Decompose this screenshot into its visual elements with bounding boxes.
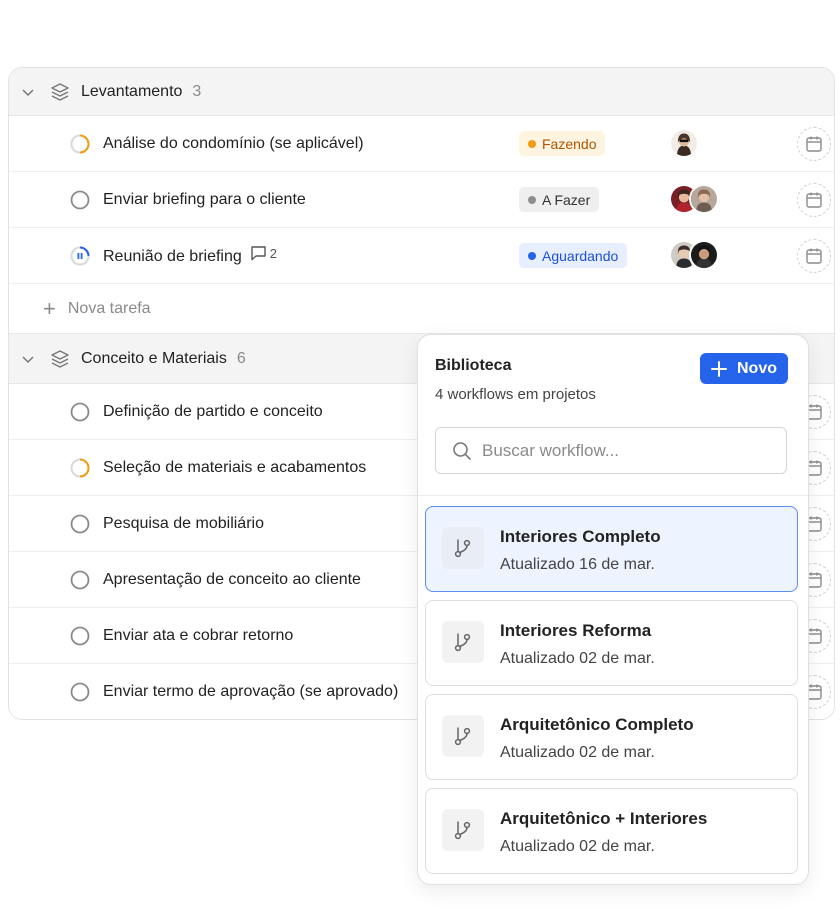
task-title[interactable]: Pesquisa de mobiliário [103,515,264,533]
workflow-icon-box [442,527,484,569]
status-dot [528,195,536,204]
comment-count[interactable]: 2 [250,245,277,261]
workflow-name: Arquitetônico Completo [500,715,694,734]
due-date-button[interactable] [797,239,831,273]
chevron-down-icon[interactable] [21,85,35,99]
assignees[interactable] [669,184,719,216]
due-date-button[interactable] [797,127,831,161]
new-workflow-label: Novo [737,359,777,377]
workflow-name: Interiores Completo [500,527,661,546]
workflow-updated: Atualizado 02 de mar. [500,650,655,667]
task-row[interactable]: Reunião de briefing 2 Aguardando [9,228,834,284]
task-title[interactable]: Análise do condomínio (se aplicável) [103,135,364,153]
todo-status-icon[interactable] [70,682,90,702]
group-count: 6 [236,349,246,367]
assignees[interactable] [669,240,719,272]
calendar-icon [806,192,822,208]
group-count: 3 [192,82,202,100]
todo-status-icon[interactable] [70,570,90,590]
git-branch-icon [454,727,471,746]
workflow-updated: Atualizado 02 de mar. [500,838,655,855]
avatar[interactable] [669,128,699,158]
workflow-icon-box [442,621,484,663]
task-row[interactable]: Enviar briefing para o cliente A Fazer [9,172,834,228]
git-branch-icon [454,821,471,840]
divider [418,495,808,496]
workflow-updated: Atualizado 16 de mar. [500,556,655,573]
in-progress-status-icon[interactable] [70,134,90,154]
task-title[interactable]: Apresentação de conceito ao cliente [103,571,361,589]
search-input[interactable] [482,440,772,461]
status-dot [528,251,536,260]
due-date-button[interactable] [797,183,831,217]
task-row[interactable]: Análise do condomínio (se aplicável) Faz… [9,116,834,172]
task-title[interactable]: Definição de partido e conceito [103,403,323,421]
task-title[interactable]: Enviar termo de aprovação (se aprovado) [103,683,398,701]
task-title[interactable]: Enviar briefing para o cliente [103,191,306,209]
task-title-text: Reunião de briefing [103,248,242,265]
avatar[interactable] [689,184,719,214]
popover-subtitle: 4 workflows em projetos [435,386,596,403]
workflow-card[interactable]: Interiores Reforma Atualizado 02 de mar. [425,600,798,686]
status-badge[interactable]: Aguardando [519,243,628,268]
task-title[interactable]: Enviar ata e cobrar retorno [103,627,293,645]
status-badge[interactable]: A Fazer [519,187,600,212]
workflow-card[interactable]: Interiores Completo Atualizado 16 de mar… [425,506,798,592]
layers-icon [51,349,69,368]
calendar-icon [806,248,822,264]
plus-icon [711,360,727,377]
group-header-levantamento[interactable]: Levantamento 3 [9,68,834,116]
new-task-label: Nova tarefa [67,299,151,317]
workflow-search[interactable] [435,427,787,474]
chevron-down-icon[interactable] [21,352,35,366]
status-label: A Fazer [542,191,591,208]
popover-title: Biblioteca [435,357,512,374]
todo-status-icon[interactable] [70,402,90,422]
comment-icon [251,246,266,261]
workflow-library-popover: Biblioteca 4 workflows em projetos Novo … [417,334,809,885]
workflow-icon-box [442,809,484,851]
calendar-icon [806,136,822,152]
avatar[interactable] [689,240,719,270]
group-title: Conceito e Materiais [81,349,227,367]
todo-status-icon[interactable] [70,514,90,534]
paused-status-icon[interactable] [70,246,90,266]
workflow-updated: Atualizado 02 de mar. [500,744,655,761]
workflow-card[interactable]: Arquitetônico + Interiores Atualizado 02… [425,788,798,874]
workflow-name: Interiores Reforma [500,621,652,640]
in-progress-status-icon[interactable] [70,458,90,478]
todo-status-icon[interactable] [70,626,90,646]
status-badge[interactable]: Fazendo [519,131,606,156]
new-workflow-button[interactable]: Novo [700,353,788,384]
workflow-card[interactable]: Arquitetônico Completo Atualizado 02 de … [425,694,798,780]
status-label: Aguardando [542,247,619,264]
status-label: Fazendo [542,135,597,152]
todo-status-icon[interactable] [70,190,90,210]
comment-count-value: 2 [269,245,277,261]
new-task-button[interactable]: + Nova tarefa [9,284,834,334]
workflow-name: Arquitetônico + Interiores [500,809,708,828]
git-branch-icon [454,633,471,652]
layers-icon [51,82,69,101]
workflow-icon-box [442,715,484,757]
search-icon [453,441,471,460]
status-dot [528,139,536,148]
task-title[interactable]: Seleção de materiais e acabamentos [103,459,366,477]
plus-icon: + [43,295,56,321]
group-title: Levantamento [81,82,183,100]
assignees[interactable] [669,128,699,160]
task-title[interactable]: Reunião de briefing 2 [103,245,277,266]
git-branch-icon [454,539,471,558]
